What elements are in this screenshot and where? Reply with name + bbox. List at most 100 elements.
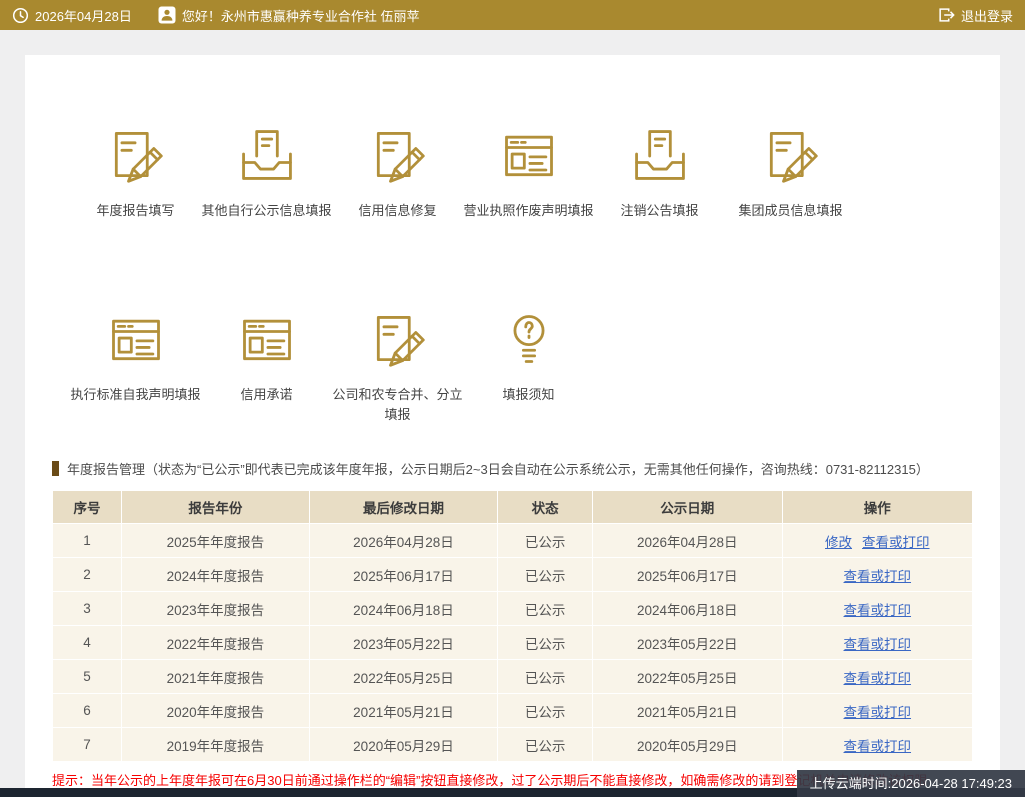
cell-status: 已公示 bbox=[498, 626, 593, 660]
doc-pencil-icon bbox=[365, 309, 431, 369]
shortcut-label: 信用信息修复 bbox=[332, 201, 463, 221]
cell-status: 已公示 bbox=[498, 558, 593, 592]
shortcut-label: 年度报告填写 bbox=[70, 201, 201, 221]
cell-status: 已公示 bbox=[498, 660, 593, 694]
view-print-link[interactable]: 查看或打印 bbox=[844, 569, 912, 584]
cell-actions: 查看或打印 bbox=[782, 592, 972, 626]
view-print-link[interactable]: 查看或打印 bbox=[844, 603, 912, 618]
column-header: 最后修改日期 bbox=[309, 491, 498, 524]
logout-icon bbox=[937, 6, 955, 24]
shortcut-label: 公司和农专合并、分立填报 bbox=[332, 385, 463, 425]
cell-report-year: 2020年年度报告 bbox=[122, 694, 310, 728]
cell-status: 已公示 bbox=[498, 728, 593, 762]
main-panel: 年度报告填写 其他自行公示信息填报 信用信息修复 营业执照作废声明填报 注销公告… bbox=[25, 55, 1000, 797]
view-print-link[interactable]: 查看或打印 bbox=[844, 637, 912, 652]
shortcut-item[interactable]: 公司和农专合并、分立填报 bbox=[332, 309, 463, 425]
cell-index: 3 bbox=[53, 592, 122, 626]
doc-pencil-icon bbox=[758, 125, 824, 185]
doc-pencil-icon bbox=[103, 125, 169, 185]
cell-status: 已公示 bbox=[498, 524, 593, 558]
cell-publish-date: 2022年05月25日 bbox=[593, 660, 783, 694]
cell-publish-date: 2026年04月28日 bbox=[593, 524, 783, 558]
upload-time: 上传云端时间:2026-04-28 17:49:23 bbox=[797, 770, 1025, 797]
cell-index: 2 bbox=[53, 558, 122, 592]
column-header: 公示日期 bbox=[593, 491, 783, 524]
section-title: 年度报告管理（状态为“已公示”即代表已完成该年度年报，公示日期后2~3日会自动在… bbox=[67, 459, 929, 478]
cell-index: 7 bbox=[53, 728, 122, 762]
shortcut-item[interactable]: 信用承诺 bbox=[201, 309, 332, 405]
user-badge-icon bbox=[158, 6, 176, 24]
cell-actions: 查看或打印 bbox=[782, 626, 972, 660]
cell-report-year: 2024年年度报告 bbox=[122, 558, 310, 592]
edit-link[interactable]: 修改 bbox=[825, 535, 852, 550]
shortcut-item[interactable]: 填报须知 bbox=[463, 309, 594, 405]
cell-last-modified: 2021年05月21日 bbox=[309, 694, 498, 728]
shortcut-item[interactable]: 信用信息修复 bbox=[332, 125, 463, 221]
shortcut-item[interactable]: 年度报告填写 bbox=[70, 125, 201, 221]
browser-list-icon bbox=[234, 309, 300, 369]
cell-report-year: 2023年年度报告 bbox=[122, 592, 310, 626]
browser-list-icon bbox=[103, 309, 169, 369]
shortcut-grid: 年度报告填写 其他自行公示信息填报 信用信息修复 营业执照作废声明填报 注销公告… bbox=[25, 55, 1000, 425]
shortcut-label: 填报须知 bbox=[463, 385, 594, 405]
table-row: 2 2024年年度报告 2025年06月17日 已公示 2025年06月17日 … bbox=[53, 558, 973, 592]
shortcut-item[interactable]: 集团成员信息填报 bbox=[725, 125, 856, 221]
cell-report-year: 2019年年度报告 bbox=[122, 728, 310, 762]
cell-actions: 修改查看或打印 bbox=[782, 524, 972, 558]
cell-publish-date: 2021年05月21日 bbox=[593, 694, 783, 728]
cell-publish-date: 2025年06月17日 bbox=[593, 558, 783, 592]
section-marker bbox=[52, 461, 59, 476]
shortcut-item[interactable]: 执行标准自我声明填报 bbox=[70, 309, 201, 405]
view-print-link[interactable]: 查看或打印 bbox=[844, 705, 912, 720]
cell-last-modified: 2022年05月25日 bbox=[309, 660, 498, 694]
cell-last-modified: 2023年05月22日 bbox=[309, 626, 498, 660]
section-header: 年度报告管理（状态为“已公示”即代表已完成该年度年报，公示日期后2~3日会自动在… bbox=[52, 459, 973, 478]
bulb-icon bbox=[496, 309, 562, 369]
cell-actions: 查看或打印 bbox=[782, 558, 972, 592]
user-greeting: 您好！永州市惠赢种养专业合作社 伍丽苹 bbox=[182, 6, 420, 25]
cell-last-modified: 2024年06月18日 bbox=[309, 592, 498, 626]
logout-label: 退出登录 bbox=[961, 6, 1013, 25]
tray-doc-icon bbox=[234, 125, 300, 185]
shortcut-item[interactable]: 营业执照作废声明填报 bbox=[463, 125, 594, 221]
column-header: 状态 bbox=[498, 491, 593, 524]
cell-index: 1 bbox=[53, 524, 122, 558]
cell-actions: 查看或打印 bbox=[782, 694, 972, 728]
shortcut-label: 信用承诺 bbox=[201, 385, 332, 405]
shortcut-label: 集团成员信息填报 bbox=[725, 201, 856, 221]
shortcut-label: 营业执照作废声明填报 bbox=[463, 201, 594, 221]
report-table: 序号报告年份最后修改日期状态公示日期操作 1 2025年年度报告 2026年04… bbox=[52, 490, 973, 762]
cell-status: 已公示 bbox=[498, 592, 593, 626]
cell-report-year: 2022年年度报告 bbox=[122, 626, 310, 660]
table-row: 4 2022年年度报告 2023年05月22日 已公示 2023年05月22日 … bbox=[53, 626, 973, 660]
shortcut-item[interactable]: 其他自行公示信息填报 bbox=[201, 125, 332, 221]
cell-report-year: 2025年年度报告 bbox=[122, 524, 310, 558]
cell-index: 5 bbox=[53, 660, 122, 694]
shortcut-label: 注销公告填报 bbox=[594, 201, 725, 221]
cell-last-modified: 2025年06月17日 bbox=[309, 558, 498, 592]
column-header: 操作 bbox=[782, 491, 972, 524]
cell-report-year: 2021年年度报告 bbox=[122, 660, 310, 694]
view-print-link[interactable]: 查看或打印 bbox=[844, 671, 912, 686]
table-row: 7 2019年年度报告 2020年05月29日 已公示 2020年05月29日 … bbox=[53, 728, 973, 762]
table-row: 5 2021年年度报告 2022年05月25日 已公示 2022年05月25日 … bbox=[53, 660, 973, 694]
cell-index: 4 bbox=[53, 626, 122, 660]
cell-index: 6 bbox=[53, 694, 122, 728]
column-header: 序号 bbox=[53, 491, 122, 524]
table-header-row: 序号报告年份最后修改日期状态公示日期操作 bbox=[53, 491, 973, 524]
shortcut-label: 执行标准自我声明填报 bbox=[70, 385, 201, 405]
column-header: 报告年份 bbox=[122, 491, 310, 524]
report-table-body: 1 2025年年度报告 2026年04月28日 已公示 2026年04月28日 … bbox=[53, 524, 973, 762]
clock-icon bbox=[12, 7, 29, 24]
shortcut-label: 其他自行公示信息填报 bbox=[201, 201, 332, 221]
logout-button[interactable]: 退出登录 bbox=[937, 6, 1013, 25]
cell-last-modified: 2020年05月29日 bbox=[309, 728, 498, 762]
tray-doc-icon bbox=[627, 125, 693, 185]
view-print-link[interactable]: 查看或打印 bbox=[844, 739, 912, 754]
view-print-link[interactable]: 查看或打印 bbox=[862, 535, 930, 550]
doc-pencil-icon bbox=[365, 125, 431, 185]
table-row: 1 2025年年度报告 2026年04月28日 已公示 2026年04月28日 … bbox=[53, 524, 973, 558]
cell-actions: 查看或打印 bbox=[782, 728, 972, 762]
shortcut-item[interactable]: 注销公告填报 bbox=[594, 125, 725, 221]
cell-publish-date: 2024年06月18日 bbox=[593, 592, 783, 626]
